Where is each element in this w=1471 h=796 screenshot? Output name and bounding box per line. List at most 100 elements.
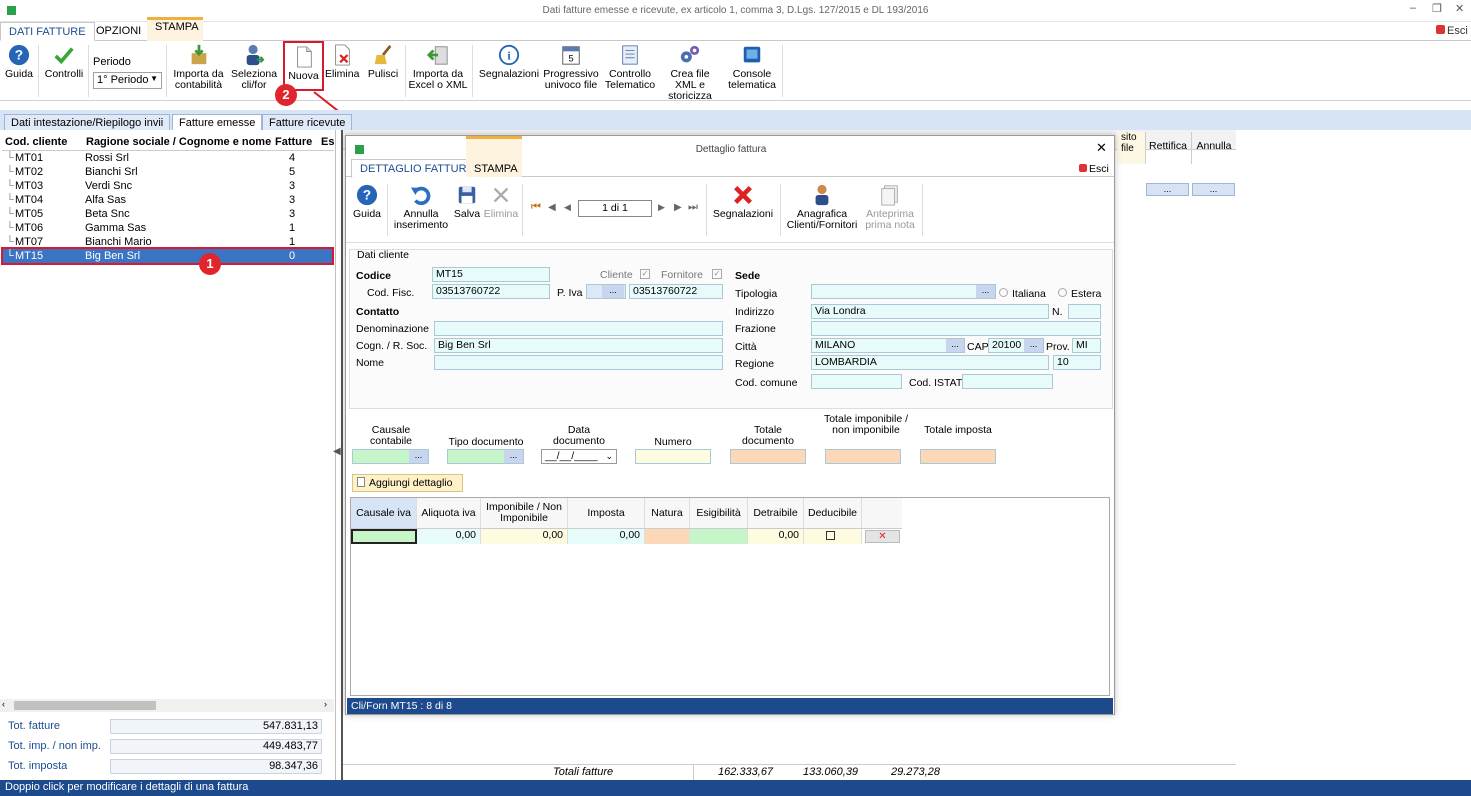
- col-ragione-sociale[interactable]: Ragione sociale / Cognome e nome: [86, 136, 271, 148]
- regione-field[interactable]: LOMBARDIA: [811, 355, 1049, 370]
- controlli-button[interactable]: Controlli: [43, 44, 85, 80]
- totale-imponibile-field[interactable]: [825, 449, 901, 464]
- progressivo-button[interactable]: 5 Progressivo univoco file: [542, 44, 600, 91]
- last-record-icon[interactable]: ⏭: [688, 201, 698, 214]
- scroll-left-icon[interactable]: ‹: [2, 699, 5, 709]
- controllo-telematico-button[interactable]: Controllo Telematico: [602, 44, 658, 91]
- esigibilita-cell[interactable]: [690, 529, 748, 544]
- istat-field[interactable]: [962, 374, 1053, 389]
- horizontal-scrollbar[interactable]: ‹ ›: [0, 699, 334, 712]
- col-annulla[interactable]: Annulla: [1191, 132, 1236, 164]
- numero-field[interactable]: [635, 449, 711, 464]
- numero-civico-field[interactable]: [1068, 304, 1101, 319]
- esci-button[interactable]: Esci: [1436, 25, 1468, 37]
- col-esito[interactable]: Es: [321, 136, 334, 148]
- client-row[interactable]: └ MT03 Verdi Snc 3: [2, 179, 332, 193]
- restore-icon[interactable]: ❐: [1432, 2, 1442, 15]
- minimize-icon[interactable]: –: [1410, 2, 1416, 14]
- nome-field[interactable]: [434, 355, 723, 370]
- tab-opzioni[interactable]: OPZIONI: [88, 22, 149, 41]
- pulisci-button[interactable]: Pulisci: [366, 44, 400, 80]
- record-navigator[interactable]: 1 di 1: [578, 200, 652, 217]
- client-row[interactable]: └ MT01 Rossi Srl 4: [2, 151, 332, 165]
- col-fatture[interactable]: Fatture: [275, 136, 312, 148]
- col-aliquota-iva[interactable]: Aliquota iva: [417, 498, 481, 528]
- col-cod-cliente[interactable]: Cod. cliente: [5, 136, 67, 148]
- data-documento-field[interactable]: __/__/____ ⌄: [541, 449, 617, 464]
- imposta-cell[interactable]: 0,00: [568, 529, 645, 544]
- codcomune-field[interactable]: [811, 374, 902, 389]
- guida-button[interactable]: ? Guida: [4, 44, 34, 80]
- citta-field[interactable]: MILANO: [811, 338, 965, 353]
- causale-contabile-button[interactable]: ...: [409, 450, 428, 463]
- fornitore-checkbox[interactable]: ✓: [712, 269, 722, 279]
- natura-cell[interactable]: [645, 529, 690, 544]
- deducibile-cell[interactable]: [804, 529, 862, 544]
- client-row[interactable]: └ MT04 Alfa Sas 3: [2, 193, 332, 207]
- seleziona-button[interactable]: Seleziona cli/for: [228, 44, 280, 91]
- regione-code-field[interactable]: 10: [1053, 355, 1101, 370]
- importa-excel-button[interactable]: Importa da Excel o XML: [408, 44, 468, 91]
- dialog-elimina-button[interactable]: Elimina: [483, 184, 519, 220]
- italiana-radio[interactable]: [999, 288, 1008, 297]
- close-icon[interactable]: ✕: [1455, 2, 1464, 15]
- col-esigibilita[interactable]: Esigibilità: [690, 498, 748, 528]
- annulla-inserimento-button[interactable]: Annulla inserimento: [392, 184, 450, 231]
- delete-row-button[interactable]: ✕: [865, 530, 900, 543]
- cliente-checkbox[interactable]: ✓: [640, 269, 650, 279]
- prev-record-icon[interactable]: ◀: [564, 202, 571, 213]
- col-detraibile[interactable]: Detraibile: [748, 498, 804, 528]
- piva-field[interactable]: 03513760722: [629, 284, 723, 299]
- aliquota-iva-cell[interactable]: 0,00: [417, 529, 481, 544]
- estera-radio[interactable]: [1058, 288, 1067, 297]
- totale-imposta-field[interactable]: [920, 449, 996, 464]
- tab-dati-fatture[interactable]: DATI FATTURE: [0, 22, 95, 41]
- indirizzo-field[interactable]: Via Londra: [811, 304, 1049, 319]
- dialog-esci-button[interactable]: Esci: [1079, 163, 1109, 175]
- imponibile-cell[interactable]: 0,00: [481, 529, 568, 544]
- dialog-close-icon[interactable]: ✕: [1096, 140, 1107, 156]
- importa-contabilita-button[interactable]: Importa da contabilità: [170, 44, 227, 91]
- tab-fatture-ricevute[interactable]: Fatture ricevute: [262, 114, 353, 130]
- next-record-icon[interactable]: ▶: [658, 202, 665, 213]
- tab-dettaglio-fattura[interactable]: DETTAGLIO FATTURA: [351, 159, 483, 178]
- cap-button[interactable]: ...: [1024, 339, 1043, 352]
- denominazione-field[interactable]: [434, 321, 723, 336]
- citta-button[interactable]: ...: [946, 339, 964, 352]
- client-row[interactable]: └ MT06 Gamma Sas 1: [2, 221, 332, 235]
- frazione-field[interactable]: [811, 321, 1101, 336]
- col-imponibile[interactable]: Imponibile / Non Imponibile: [481, 498, 568, 528]
- col-natura[interactable]: Natura: [645, 498, 690, 528]
- deducibile-checkbox[interactable]: [826, 531, 835, 540]
- annulla-button[interactable]: ...: [1192, 183, 1235, 196]
- anagrafica-button[interactable]: Anagrafica Clienti/Fornitori: [783, 184, 861, 231]
- scrollbar-thumb[interactable]: [14, 701, 156, 710]
- elimina-button[interactable]: Elimina: [325, 44, 359, 80]
- dialog-guida-button[interactable]: ? Guida: [352, 184, 382, 220]
- prev-page-icon[interactable]: ◀​: [548, 202, 556, 213]
- tab-stampa[interactable]: STAMPA: [147, 17, 203, 41]
- tipologia-field[interactable]: [811, 284, 996, 299]
- codice-field[interactable]: MT15: [432, 267, 550, 282]
- prov-field[interactable]: MI: [1072, 338, 1101, 353]
- periodo-select[interactable]: 1° Periodo ▼: [93, 72, 162, 89]
- cogn-field[interactable]: Big Ben Srl: [434, 338, 723, 353]
- client-row[interactable]: └ MT05 Beta Snc 3: [2, 207, 332, 221]
- client-row[interactable]: └ MT02 Bianchi Srl 5: [2, 165, 332, 179]
- anteprima-button[interactable]: Anteprima prima nota: [861, 184, 919, 231]
- dialog-segnalazioni-button[interactable]: Segnalazioni: [710, 184, 776, 220]
- col-rettifica[interactable]: Rettifica: [1145, 132, 1190, 164]
- scroll-right-icon[interactable]: ›: [324, 699, 327, 709]
- col-esito-file[interactable]: sito file: [1117, 132, 1145, 164]
- tipologia-button[interactable]: ...: [976, 285, 995, 298]
- tab-dati-intestazione[interactable]: Dati intestazione/Riepilogo invii: [4, 114, 171, 130]
- aggiungi-dettaglio-button[interactable]: Aggiungi dettaglio: [352, 474, 463, 492]
- codfisc-field[interactable]: 03513760722: [432, 284, 550, 299]
- crea-xml-button[interactable]: Crea file XML e storicizza: [659, 44, 721, 102]
- totale-documento-field[interactable]: [730, 449, 806, 464]
- col-deducibile[interactable]: Deducibile: [804, 498, 862, 528]
- splitter-arrow-icon[interactable]: ◀: [333, 446, 341, 457]
- piva-country-button[interactable]: ...: [602, 285, 624, 298]
- console-button[interactable]: Console telematica: [725, 44, 779, 91]
- dialog-tab-stampa[interactable]: STAMPA: [466, 136, 522, 177]
